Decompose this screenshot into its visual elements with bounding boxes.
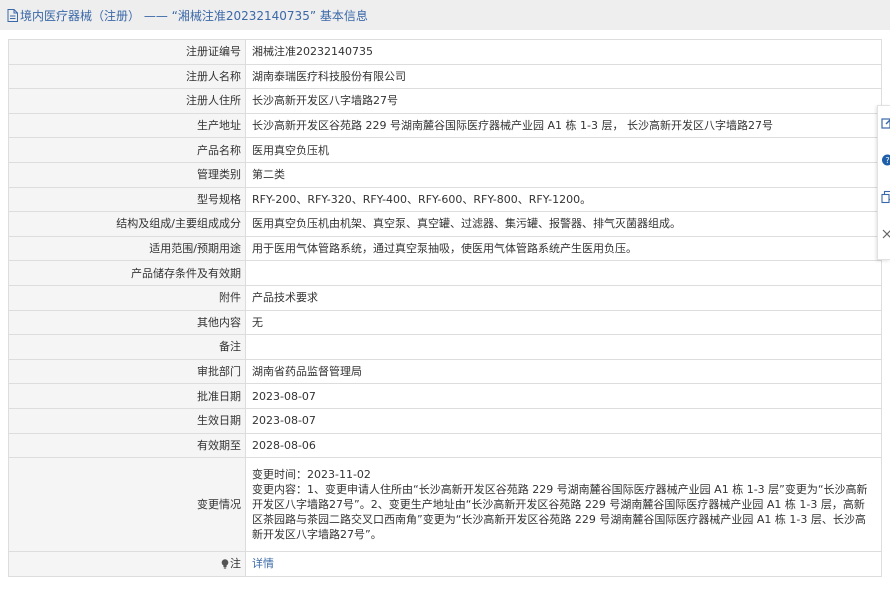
row-value: 湘械注准20232140735 bbox=[245, 39, 882, 65]
row-label: 型号规格 bbox=[8, 186, 246, 213]
row-value: 产品技术要求 bbox=[245, 284, 882, 311]
row-value: 湖南泰瑞医疗科技股份有限公司 bbox=[245, 63, 882, 90]
row-label: 生产地址 bbox=[8, 112, 246, 139]
row-value: 长沙高新开发区八字墙路27号 bbox=[245, 88, 882, 114]
edit-icon[interactable] bbox=[881, 116, 890, 130]
table-row: 结构及组成/主要组成成分 医用真空负压机由机架、真空泵、真空罐、过滤器、集污罐、报… bbox=[8, 211, 882, 237]
row-label: 批准日期 bbox=[8, 383, 246, 409]
info-table: 注册证编号 湘械注准20232140735 注册人名称 湖南泰瑞医疗科技股份有限公司注… bbox=[8, 39, 882, 577]
row-label: 注册证编号 bbox=[8, 39, 246, 65]
table-row: 产品名称 医用真空负压机 bbox=[8, 137, 882, 163]
row-value: 2028-08-06 bbox=[245, 432, 882, 459]
row-label: 适用范围/预期用途 bbox=[8, 235, 246, 262]
note-cell: 详情 bbox=[245, 551, 882, 577]
info-table-body: 注册证编号 湘械注准20232140735 注册人名称 湖南泰瑞医疗科技股份有限公司注… bbox=[8, 39, 882, 459]
table-row: 审批部门 湖南省药品监督管理局 bbox=[8, 358, 882, 385]
table-row: 备注 bbox=[8, 334, 882, 360]
copy-icon[interactable] bbox=[881, 190, 890, 204]
document-icon bbox=[7, 8, 18, 22]
page-title: 境内医疗器械（注册） —— “湘械注准20232140735” 基本信息 bbox=[20, 8, 368, 23]
page-header: 境内医疗器械（注册） —— “湘械注准20232140735” 基本信息 bbox=[0, 0, 890, 30]
note-label-cell: 注 bbox=[8, 551, 246, 577]
table-row: 管理类别 第二类 bbox=[8, 161, 882, 188]
row-value: 2023-08-07 bbox=[245, 407, 882, 434]
row-label: 产品储存条件及有效期 bbox=[8, 260, 246, 286]
row-label: 变更情况 bbox=[8, 457, 246, 553]
table-row-change: 变更情况 变更时间：2023-11-02 变更内容：1、变更申请人住所由“长沙高… bbox=[8, 457, 882, 553]
side-toolbar: ? bbox=[877, 105, 890, 260]
row-value: 医用真空负压机由机架、真空泵、真空罐、过滤器、集污罐、报警器、排气灭菌器组成。 bbox=[245, 211, 882, 237]
row-value: 无 bbox=[245, 309, 882, 336]
row-label: 注册人名称 bbox=[8, 63, 246, 90]
row-value: 2023-08-07 bbox=[245, 383, 882, 409]
row-value: 湖南省药品监督管理局 bbox=[245, 358, 882, 385]
change-cell: 变更时间：2023-11-02 变更内容：1、变更申请人住所由“长沙高新开发区谷… bbox=[245, 457, 882, 553]
table-row: 产品储存条件及有效期 bbox=[8, 260, 882, 286]
table-row: 附件 产品技术要求 bbox=[8, 284, 882, 311]
row-value bbox=[245, 260, 882, 286]
table-row: 注册证编号 湘械注准20232140735 bbox=[8, 39, 882, 65]
row-value: 医用真空负压机 bbox=[245, 137, 882, 163]
help-icon[interactable]: ? bbox=[881, 153, 890, 167]
row-label: 备注 bbox=[8, 334, 246, 360]
row-value: 长沙高新开发区谷苑路 229 号湖南麓谷国际医疗器械产业园 A1 栋 1-3 层… bbox=[245, 112, 882, 139]
note-label: 注 bbox=[230, 557, 241, 571]
row-label: 审批部门 bbox=[8, 358, 246, 385]
row-value: 用于医用气体管路系统，通过真空泵抽吸，使医用气体管路系统产生医用负压。 bbox=[245, 235, 882, 262]
table-row: 型号规格 RFY-200、RFY-320、RFY-400、RFY-600、RFY-… bbox=[8, 186, 882, 213]
row-label: 管理类别 bbox=[8, 161, 246, 188]
table-row: 生产地址 长沙高新开发区谷苑路 229 号湖南麓谷国际医疗器械产业园 A1 栋 1… bbox=[8, 112, 882, 139]
row-label: 附件 bbox=[8, 284, 246, 311]
table-row: 生效日期 2023-08-07 bbox=[8, 407, 882, 434]
change-content: 变更内容：1、变更申请人住所由“长沙高新开发区谷苑路 229 号湖南麓谷国际医疗… bbox=[252, 483, 868, 542]
row-value: 第二类 bbox=[245, 161, 882, 188]
row-label: 有效期至 bbox=[8, 432, 246, 459]
table-row: 注册人名称 湖南泰瑞医疗科技股份有限公司 bbox=[8, 63, 882, 90]
table-row: 批准日期 2023-08-07 bbox=[8, 383, 882, 409]
row-label: 注册人住所 bbox=[8, 88, 246, 114]
change-time: 变更时间：2023-11-02 bbox=[252, 468, 371, 482]
row-label: 结构及组成/主要组成成分 bbox=[8, 211, 246, 237]
row-label: 产品名称 bbox=[8, 137, 246, 163]
close-icon[interactable] bbox=[881, 227, 890, 241]
row-value: RFY-200、RFY-320、RFY-400、RFY-600、RFY-800、… bbox=[245, 186, 882, 213]
table-row: 适用范围/预期用途 用于医用气体管路系统，通过真空泵抽吸，使医用气体管路系统产生医… bbox=[8, 235, 882, 262]
row-label: 生效日期 bbox=[8, 407, 246, 434]
row-label: 其他内容 bbox=[8, 309, 246, 336]
details-link[interactable]: 详情 bbox=[252, 557, 274, 570]
row-value bbox=[245, 334, 882, 360]
svg-text:?: ? bbox=[885, 156, 889, 165]
table-row: 有效期至 2028-08-06 bbox=[8, 432, 882, 459]
lightbulb-icon bbox=[221, 559, 229, 569]
table-row-note: 注 详情 bbox=[8, 551, 882, 577]
table-row: 注册人住所 长沙高新开发区八字墙路27号 bbox=[8, 88, 882, 114]
table-row: 其他内容无 bbox=[8, 309, 882, 336]
